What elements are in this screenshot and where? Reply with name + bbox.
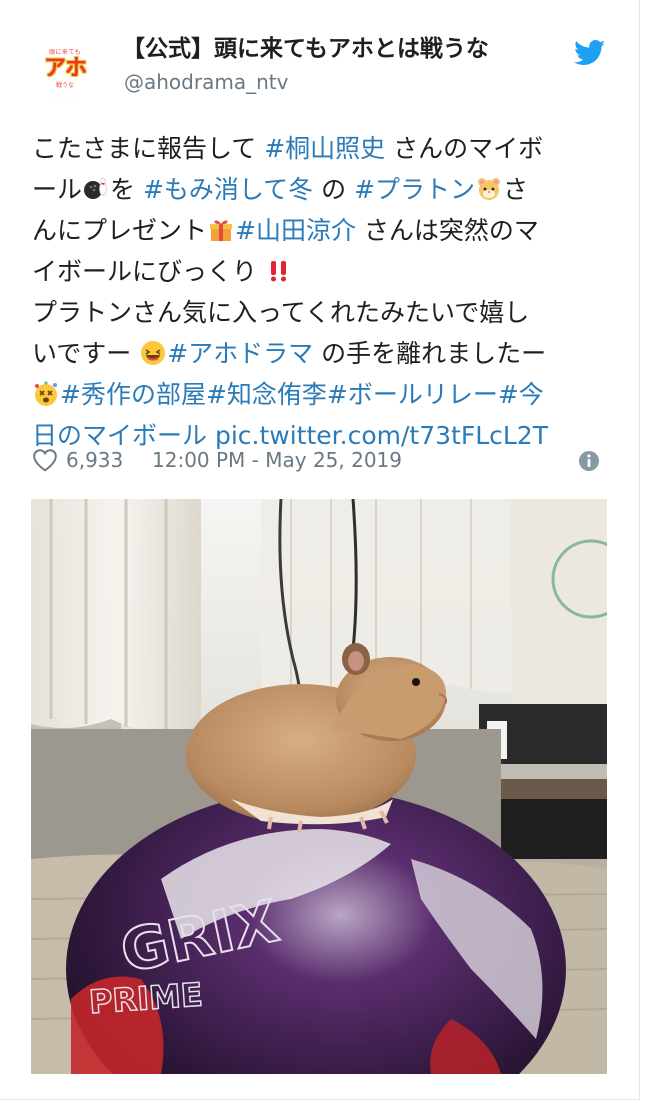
- hashtag-link[interactable]: #秀作の部屋#知念侑李#ボールリレー#今: [60, 380, 544, 409]
- account-handle[interactable]: @ahodrama_ntv: [124, 68, 288, 96]
- tweet-text-segment: いですー: [32, 339, 140, 368]
- bowling-icon: [84, 177, 107, 199]
- tweet-meta: 6,933 12:00 PM - May 25, 2019: [32, 444, 602, 476]
- tweet-text-segment: んにプレゼント: [32, 216, 208, 245]
- tweet-text: こたさまに報告して #桐山照史 さんのマイボ ールを #もみ消して冬 の #プラト…: [32, 128, 612, 456]
- timestamp[interactable]: 12:00 PM - May 25, 2019: [152, 444, 402, 476]
- tweet-text-segment: さ: [503, 175, 529, 204]
- gift-icon: [210, 220, 233, 241]
- hamster-icon: [478, 178, 501, 200]
- avatar-logo: アホ: [43, 56, 87, 81]
- laughing-face-icon: [141, 341, 166, 365]
- avatar[interactable]: 頭に来ても アホ 戦うな: [32, 36, 98, 102]
- hashtag-link[interactable]: #桐山照史: [264, 134, 385, 163]
- tweet-text-segment: の手を離れましたー: [313, 339, 547, 368]
- tweet-text-line: こたさまに報告して #桐山照史 さんのマイボ: [32, 128, 612, 169]
- hashtag-link[interactable]: #アホドラマ: [167, 339, 313, 368]
- tweet-text-line: #秀作の部屋#知念侑李#ボールリレー#今: [32, 374, 612, 415]
- hashtag-link[interactable]: #プラトン: [354, 175, 475, 204]
- tweet-text-segment: を: [110, 175, 143, 204]
- info-icon[interactable]: [578, 450, 600, 472]
- heart-icon[interactable]: [32, 448, 58, 472]
- tweet-text-segment: さんは突然のマ: [355, 216, 539, 245]
- tweet-text-segment: イボールにびっくり: [32, 257, 265, 286]
- hashtag-link[interactable]: #もみ消して冬: [143, 175, 313, 204]
- ball-model-text: PRIME: [88, 975, 204, 1021]
- display-name[interactable]: 【公式】頭に来てもアホとは戦うな: [122, 32, 489, 66]
- twitter-bird-icon[interactable]: [574, 40, 606, 66]
- tweet-text-segment: の: [313, 175, 355, 204]
- tweet-text-line: ールを #もみ消して冬 の #プラトンさ: [32, 169, 612, 210]
- tweet-text-segment: ール: [32, 175, 83, 204]
- like-count[interactable]: 6,933: [66, 444, 123, 476]
- tweet-text-segment: さんのマイボ: [385, 134, 544, 163]
- hashtag-link[interactable]: #山田涼介: [235, 216, 356, 245]
- tweet-text-segment: こたさまに報告して: [32, 134, 265, 163]
- tweet-text-line: イボールにびっくり: [32, 251, 612, 292]
- tweet-header: 頭に来ても アホ 戦うな 【公式】頭に来てもアホとは戦うな @ahodrama_…: [32, 30, 612, 102]
- tweet-text-line: いですー #アホドラマ の手を離れましたー: [32, 333, 612, 374]
- hamster-on-bowling-ball-photo: GRIX PRIME: [31, 499, 607, 1074]
- tweet-text-line: プラトンさん気に入ってくれたみたいで嬉し: [32, 292, 612, 333]
- tweet-text-segment: プラトンさん気に入ってくれたみたいで嬉し: [32, 298, 530, 327]
- tweet-text-line: んにプレゼント #山田涼介 さんは突然のマ: [32, 210, 612, 251]
- tweet-media-photo[interactable]: GRIX PRIME: [31, 499, 607, 1074]
- tweet-card: 頭に来ても アホ 戦うな 【公式】頭に来てもアホとは戦うな @ahodrama_…: [0, 0, 640, 1100]
- dizzy-face-icon: [35, 381, 57, 406]
- double-exclamation-icon: [270, 261, 286, 282]
- avatar-logo-bottom: 戦うな: [55, 82, 74, 89]
